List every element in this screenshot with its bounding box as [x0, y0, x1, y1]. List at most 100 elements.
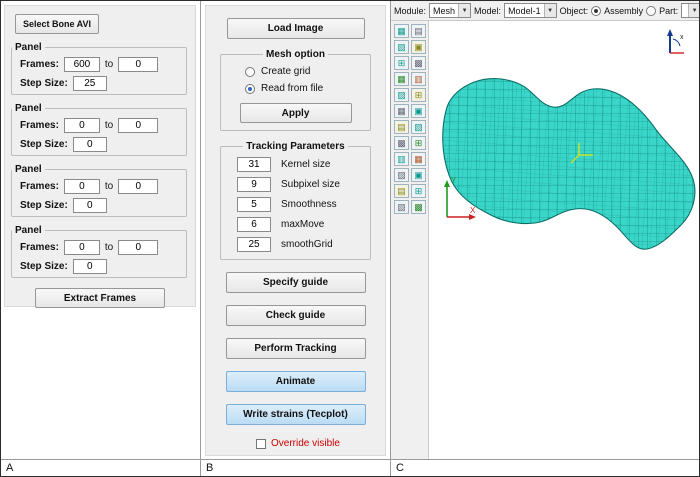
panel-c-label: C	[396, 462, 404, 474]
mesh-tool-icon-20[interactable]: ▣	[411, 168, 426, 182]
mesh-tool-icon-3[interactable]: ▧	[394, 40, 409, 54]
mesh-tool-palette: ▦ ▤ ▧ ▣ ⊞ ▩ ▦ ▥ ▨ ⊞ ▦ ▣ ▤ ▧ ▩ ⊞ ▥ ▦ ▨ ▣ …	[391, 21, 429, 459]
apply-button[interactable]: Apply	[240, 103, 352, 123]
mesh-tool-icon-10[interactable]: ⊞	[411, 88, 426, 102]
panel-b-label: B	[206, 462, 213, 474]
mesh-tool-icon-13[interactable]: ▤	[394, 120, 409, 134]
object-part-radio[interactable]	[646, 6, 656, 16]
mesh-viewport[interactable]: Y X x	[429, 21, 698, 459]
subpixel-size-label: Subpixel size	[281, 179, 340, 190]
to-label: to	[105, 120, 113, 131]
frames-label: Frames:	[20, 59, 59, 70]
mesh-tool-icon-5[interactable]: ⊞	[394, 56, 409, 70]
mesh-tool-icon-8[interactable]: ▥	[411, 72, 426, 86]
mesh-tool-icon-21[interactable]: ▤	[394, 184, 409, 198]
mesh-tool-icon-24[interactable]: ▩	[411, 200, 426, 214]
module-select[interactable]: Mesh ▼	[429, 3, 471, 18]
y-axis-label: Y	[451, 176, 457, 185]
mesh-tool-icon-14[interactable]: ▧	[411, 120, 426, 134]
frame-range-panel-3: Panel Frames: to Step Size:	[11, 164, 187, 217]
model-value: Model-1	[508, 6, 541, 16]
smoothgrid-input[interactable]	[237, 237, 271, 252]
frame-extraction-panel: Select Bone AVI Panel Frames: to Step Si…	[4, 5, 196, 307]
extract-frames-button[interactable]: Extract Frames	[35, 288, 165, 308]
select-bone-avi-button[interactable]: Select Bone AVI	[15, 14, 99, 34]
model-select[interactable]: Model-1 ▼	[504, 3, 557, 18]
specify-guide-button[interactable]: Specify guide	[226, 272, 366, 293]
override-visible-checkbox[interactable]	[256, 439, 266, 449]
check-guide-button[interactable]: Check guide	[226, 305, 366, 326]
mesh-tool-icon-16[interactable]: ⊞	[411, 136, 426, 150]
mesh-tool-icon-22[interactable]: ⊞	[411, 184, 426, 198]
perform-tracking-button[interactable]: Perform Tracking	[226, 338, 366, 359]
mesh-tool-icon-17[interactable]: ▥	[394, 152, 409, 166]
override-visible-label: Override visible	[271, 438, 340, 449]
part-select[interactable]: ▼	[681, 3, 699, 18]
step-size-label: Step Size:	[20, 139, 68, 150]
mesh-tool-icon-1[interactable]: ▦	[394, 24, 409, 38]
smoothgrid-label: smoothGrid	[281, 239, 333, 250]
frames-label: Frames:	[20, 181, 59, 192]
to-label: to	[105, 59, 113, 70]
mesh-tool-icon-4[interactable]: ▣	[411, 40, 426, 54]
panel-a: Select Bone AVI Panel Frames: to Step Si…	[1, 1, 201, 476]
chevron-down-icon: ▼	[458, 4, 470, 17]
mesh-tool-icon-12[interactable]: ▣	[411, 104, 426, 118]
x-axis-label: X	[470, 206, 476, 215]
maxmove-input[interactable]	[237, 217, 271, 232]
mesh-tool-icon-19[interactable]: ▨	[394, 168, 409, 182]
step-size-input[interactable]	[73, 198, 107, 213]
tracking-parameters-group: Tracking Parameters Kernel size Subpixel…	[220, 141, 371, 260]
frames-to-input[interactable]	[118, 118, 158, 133]
orientation-triad-icon: x	[664, 27, 688, 60]
tracking-parameters-title: Tracking Parameters	[243, 141, 347, 152]
panel-c: Module: Mesh ▼ Model: Model-1 ▼ Object: …	[391, 1, 699, 476]
read-from-file-radio[interactable]	[245, 84, 255, 94]
kernel-size-input[interactable]	[237, 157, 271, 172]
load-image-button[interactable]: Load Image	[227, 18, 365, 39]
frames-from-input[interactable]	[64, 240, 100, 255]
panel-title: Panel	[12, 225, 45, 236]
maxmove-label: maxMove	[281, 219, 324, 230]
mesh-tool-icon-23[interactable]: ▧	[394, 200, 409, 214]
step-size-input[interactable]	[73, 259, 107, 274]
frames-to-input[interactable]	[118, 240, 158, 255]
step-size-input[interactable]	[73, 137, 107, 152]
frame-range-panel-1: Panel Frames: to Step Size:	[11, 42, 187, 95]
frame-range-panel-2: Panel Frames: to Step Size:	[11, 103, 187, 156]
mesh-tool-icon-7[interactable]: ▦	[394, 72, 409, 86]
app-window: Select Bone AVI Panel Frames: to Step Si…	[0, 0, 700, 477]
smoothness-input[interactable]	[237, 197, 271, 212]
write-strains-button[interactable]: Write strains (Tecplot)	[226, 404, 366, 425]
mesh-tool-icon-11[interactable]: ▦	[394, 104, 409, 118]
panel-b-footer: B	[201, 459, 390, 476]
step-size-label: Step Size:	[20, 261, 68, 272]
frames-from-input[interactable]	[64, 118, 100, 133]
part-label: Part:	[659, 6, 678, 16]
panel-c-footer: C	[391, 459, 699, 476]
panel-title: Panel	[12, 164, 45, 175]
step-size-input[interactable]	[73, 76, 107, 91]
panel-b: Load Image Mesh option Create grid Read …	[201, 1, 391, 476]
frames-label: Frames:	[20, 242, 59, 253]
frames-to-input[interactable]	[118, 179, 158, 194]
mesh-tool-icon-2[interactable]: ▤	[411, 24, 426, 38]
animate-button[interactable]: Animate	[226, 371, 366, 392]
mesh-tool-icon-9[interactable]: ▨	[394, 88, 409, 102]
frames-from-input[interactable]	[64, 57, 100, 72]
step-size-label: Step Size:	[20, 200, 68, 211]
create-grid-label: Create grid	[261, 66, 310, 77]
create-grid-radio[interactable]	[245, 67, 255, 77]
subpixel-size-input[interactable]	[237, 177, 271, 192]
mesh-tool-icon-6[interactable]: ▩	[411, 56, 426, 70]
module-label: Module:	[394, 6, 426, 16]
mesh-tool-icon-18[interactable]: ▦	[411, 152, 426, 166]
object-assembly-radio[interactable]	[591, 6, 601, 16]
chevron-down-icon: ▼	[688, 4, 699, 17]
frames-from-input[interactable]	[64, 179, 100, 194]
frames-to-input[interactable]	[118, 57, 158, 72]
model-label: Model:	[474, 6, 501, 16]
mesh-tool-icon-15[interactable]: ▩	[394, 136, 409, 150]
panel-a-label: A	[6, 462, 13, 474]
frames-label: Frames:	[20, 120, 59, 131]
